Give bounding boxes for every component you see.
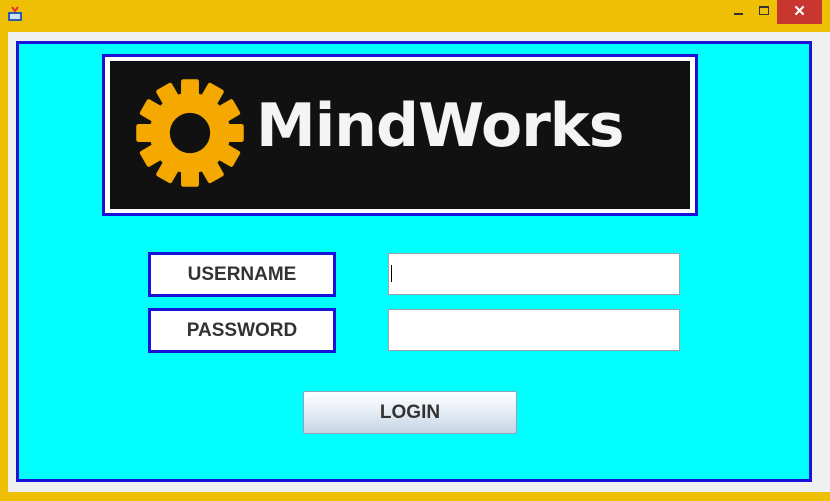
java-app-icon[interactable] xyxy=(7,6,23,22)
password-label: PASSWORD xyxy=(148,308,336,353)
login-panel: MindWorks USERNAME PASSWORD LOGIN xyxy=(16,41,812,482)
maximize-button[interactable] xyxy=(752,0,778,24)
login-window: ✕ MindWorks USERNAME PASSWORD LOGIN xyxy=(0,0,830,501)
close-icon: ✕ xyxy=(793,3,806,20)
brand-text: MindWorks xyxy=(256,91,624,161)
text-caret xyxy=(391,265,392,282)
username-label: USERNAME xyxy=(148,252,336,297)
password-input[interactable] xyxy=(388,309,680,351)
close-button[interactable]: ✕ xyxy=(777,0,822,24)
login-button[interactable]: LOGIN xyxy=(303,391,517,434)
title-bar[interactable]: ✕ xyxy=(0,0,830,32)
mindworks-logo: MindWorks xyxy=(110,61,690,209)
logo-frame: MindWorks xyxy=(102,54,698,216)
username-input[interactable] xyxy=(388,253,680,295)
gear-icon xyxy=(136,79,244,187)
maximize-icon xyxy=(759,6,769,15)
window-client-area: MindWorks USERNAME PASSWORD LOGIN xyxy=(8,32,830,492)
minimize-icon xyxy=(734,13,743,15)
minimize-button[interactable] xyxy=(726,0,752,24)
